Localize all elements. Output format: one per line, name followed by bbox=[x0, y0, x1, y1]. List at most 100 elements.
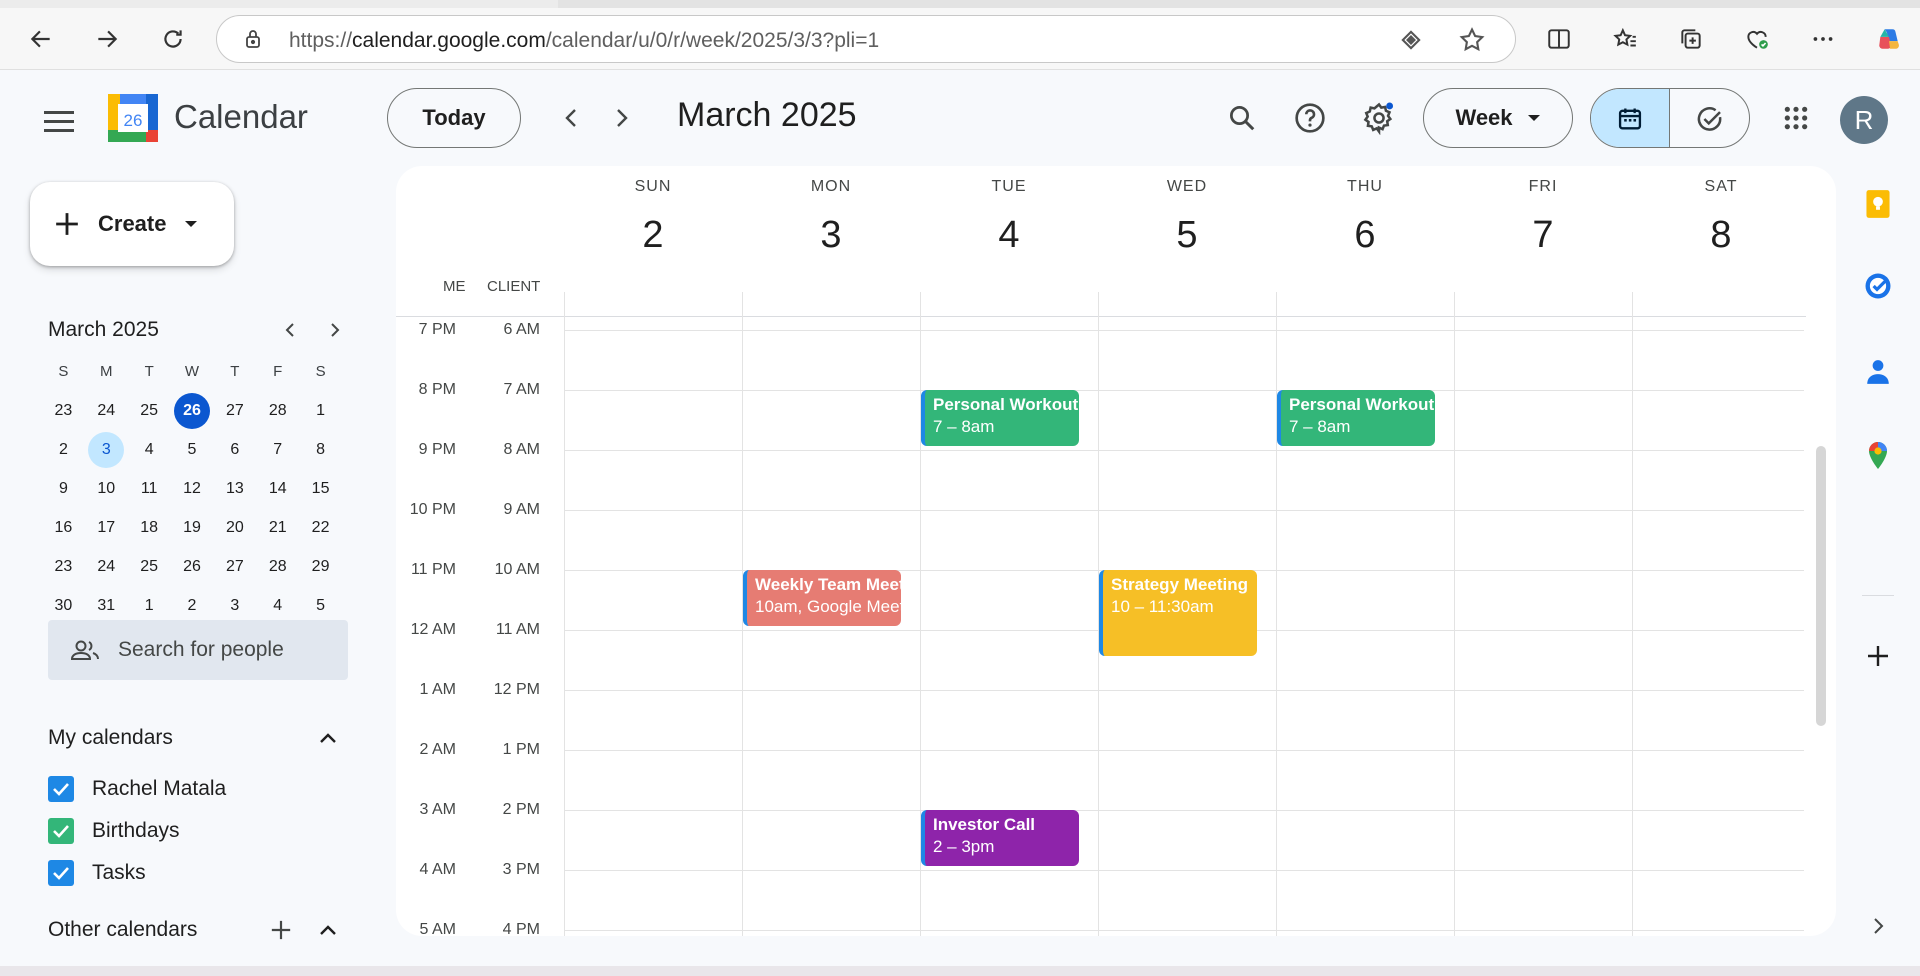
reader-mode-icon[interactable] bbox=[1397, 26, 1425, 54]
grid-scrollbar[interactable] bbox=[1816, 446, 1826, 726]
mini-day[interactable]: 1 bbox=[128, 589, 171, 623]
mini-day[interactable]: 23 bbox=[42, 550, 85, 584]
mini-day[interactable]: 10 bbox=[85, 472, 128, 506]
mini-day[interactable]: 6 bbox=[213, 433, 256, 467]
mini-day[interactable]: 15 bbox=[299, 472, 342, 506]
mini-next-month-button[interactable] bbox=[319, 314, 351, 346]
calendar-logo-icon[interactable]: 26 bbox=[108, 94, 158, 142]
calendar-item[interactable]: Rachel Matala bbox=[48, 776, 226, 802]
mini-day[interactable]: 19 bbox=[171, 511, 214, 545]
favorites-icon[interactable] bbox=[1606, 20, 1644, 58]
calendar-item[interactable]: Birthdays bbox=[48, 818, 180, 844]
tasks-view-toggle[interactable] bbox=[1670, 89, 1749, 147]
calendar-event[interactable]: Personal Workout 7 – 8am bbox=[1277, 390, 1435, 446]
mini-day[interactable]: 8 bbox=[299, 433, 342, 467]
day-header[interactable]: FRI 7 bbox=[1454, 178, 1632, 257]
mini-day[interactable]: 2 bbox=[171, 589, 214, 623]
day-number[interactable]: 6 bbox=[1276, 214, 1454, 257]
mini-day[interactable]: 21 bbox=[256, 511, 299, 545]
view-selector[interactable]: Week bbox=[1423, 88, 1573, 148]
mini-day[interactable]: 26 bbox=[171, 550, 214, 584]
mini-day[interactable]: 11 bbox=[128, 472, 171, 506]
main-menu-button[interactable] bbox=[36, 98, 82, 144]
day-number[interactable]: 7 bbox=[1454, 214, 1632, 257]
collections-icon[interactable] bbox=[1672, 20, 1710, 58]
calendar-event[interactable]: Personal Workout 7 – 8am bbox=[921, 390, 1079, 446]
mini-day[interactable]: 4 bbox=[256, 589, 299, 623]
day-number[interactable]: 5 bbox=[1098, 214, 1276, 257]
day-header[interactable]: WED 5 bbox=[1098, 178, 1276, 257]
star-icon[interactable] bbox=[1458, 26, 1486, 54]
calendar-item[interactable]: Tasks bbox=[48, 860, 146, 886]
maps-icon[interactable] bbox=[1858, 436, 1898, 476]
mini-day[interactable]: 24 bbox=[85, 394, 128, 428]
contacts-icon[interactable] bbox=[1858, 352, 1898, 392]
calendar-event[interactable]: Investor Call 2 – 3pm bbox=[921, 810, 1079, 866]
get-add-ons-button[interactable] bbox=[1858, 636, 1898, 676]
day-number[interactable]: 4 bbox=[920, 214, 1098, 257]
calendar-event[interactable]: Weekly Team Meeting 10am, Google Meet bbox=[743, 570, 901, 626]
mini-day[interactable]: 12 bbox=[171, 472, 214, 506]
mini-day[interactable]: 31 bbox=[85, 589, 128, 623]
day-header[interactable]: SUN 2 bbox=[564, 178, 742, 257]
day-number[interactable]: 2 bbox=[564, 214, 742, 257]
mini-day[interactable]: 27 bbox=[213, 394, 256, 428]
prev-week-button[interactable] bbox=[551, 98, 591, 138]
day-header[interactable]: SAT 8 bbox=[1632, 178, 1810, 257]
mini-day[interactable]: 1 bbox=[299, 394, 342, 428]
mini-day[interactable]: 28 bbox=[256, 550, 299, 584]
mini-day[interactable]: 4 bbox=[128, 433, 171, 467]
split-screen-icon[interactable] bbox=[1540, 20, 1578, 58]
mini-day[interactable]: 3 bbox=[85, 431, 128, 468]
account-avatar[interactable]: R bbox=[1840, 96, 1888, 144]
more-menu-icon[interactable] bbox=[1804, 20, 1842, 58]
time-grid[interactable]: 7 PM 6 AM 8 PM 7 AM 9 PM 8 AM 10 PM 9 AM 11 PM 10… bbox=[396, 316, 1836, 936]
create-button[interactable]: Create bbox=[30, 182, 234, 266]
expand-side-panel-button[interactable] bbox=[1858, 906, 1898, 946]
mini-day[interactable]: 22 bbox=[299, 511, 342, 545]
mini-day[interactable]: 3 bbox=[213, 589, 256, 623]
mini-day[interactable]: 9 bbox=[42, 472, 85, 506]
next-week-button[interactable] bbox=[602, 98, 642, 138]
mini-day[interactable]: 13 bbox=[213, 472, 256, 506]
lock-icon[interactable] bbox=[241, 27, 265, 51]
day-header[interactable]: TUE 4 bbox=[920, 178, 1098, 257]
mini-day[interactable]: 25 bbox=[128, 394, 171, 428]
collapse-other-calendars-button[interactable] bbox=[312, 914, 344, 946]
mini-day[interactable]: 25 bbox=[128, 550, 171, 584]
mini-day[interactable]: 27 bbox=[213, 550, 256, 584]
settings-button[interactable] bbox=[1357, 96, 1401, 140]
calendar-view-toggle[interactable] bbox=[1591, 89, 1670, 147]
keep-icon[interactable] bbox=[1858, 184, 1898, 224]
mini-day[interactable]: 30 bbox=[42, 589, 85, 623]
my-calendars-heading[interactable]: My calendars bbox=[48, 726, 173, 750]
mini-day[interactable]: 5 bbox=[171, 433, 214, 467]
calendar-checkbox[interactable] bbox=[48, 776, 74, 802]
mini-day[interactable]: 14 bbox=[256, 472, 299, 506]
address-bar[interactable]: https://calendar.google.com/calendar/u/0… bbox=[216, 15, 1516, 63]
url-text[interactable]: https://calendar.google.com/calendar/u/0… bbox=[289, 29, 879, 53]
add-other-calendar-button[interactable] bbox=[265, 914, 297, 946]
mini-day[interactable]: 2 bbox=[42, 433, 85, 467]
other-calendars-heading[interactable]: Other calendars bbox=[48, 918, 197, 942]
mini-day[interactable]: 29 bbox=[299, 550, 342, 584]
mini-day[interactable]: 16 bbox=[42, 511, 85, 545]
back-icon[interactable] bbox=[22, 20, 60, 58]
search-people-input[interactable]: Search for people bbox=[48, 620, 348, 680]
today-button[interactable]: Today bbox=[387, 88, 521, 148]
mini-day[interactable]: 7 bbox=[256, 433, 299, 467]
mini-day[interactable]: 28 bbox=[256, 394, 299, 428]
calendar-event[interactable]: Strategy Meeting 10 – 11:30am bbox=[1099, 570, 1257, 656]
collapse-my-calendars-button[interactable] bbox=[312, 722, 344, 754]
mini-day[interactable]: 24 bbox=[85, 550, 128, 584]
refresh-icon[interactable] bbox=[154, 20, 192, 58]
forward-icon[interactable] bbox=[88, 20, 126, 58]
tasks-icon[interactable] bbox=[1858, 266, 1898, 306]
mini-day[interactable]: 5 bbox=[299, 589, 342, 623]
google-apps-button[interactable] bbox=[1772, 94, 1820, 142]
copilot-icon[interactable] bbox=[1870, 20, 1908, 58]
search-button[interactable] bbox=[1220, 96, 1264, 140]
mini-day[interactable]: 20 bbox=[213, 511, 256, 545]
mini-day[interactable]: 26 bbox=[171, 392, 214, 429]
calendar-checkbox[interactable] bbox=[48, 860, 74, 886]
